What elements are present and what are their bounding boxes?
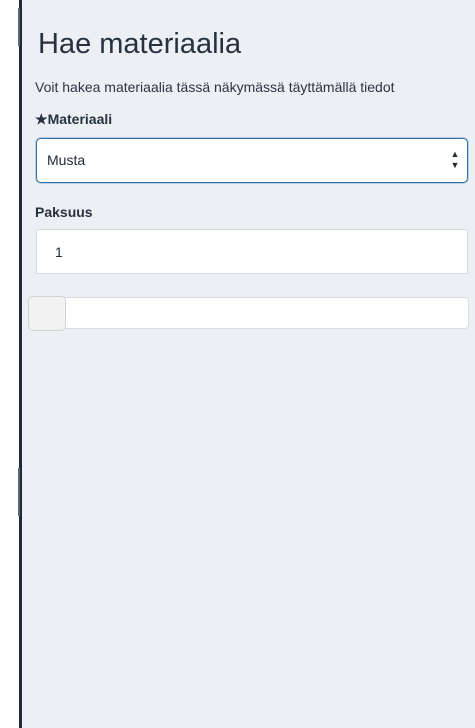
border-marker bbox=[18, 8, 20, 46]
material-label: ★Materiaali bbox=[35, 111, 112, 128]
page-title: Hae materiaalia bbox=[38, 28, 242, 60]
material-label-text: Materiaali bbox=[47, 111, 113, 127]
app-window: Hae materiaalia Voit hakea materiaalia t… bbox=[0, 0, 475, 728]
left-margin bbox=[0, 0, 19, 728]
select-arrows-icon: ▲ ▼ bbox=[450, 149, 460, 171]
material-select-value: Musta bbox=[47, 152, 86, 168]
arrow-up-icon: ▲ bbox=[450, 149, 460, 159]
border-marker bbox=[18, 468, 20, 516]
thickness-label: Paksuus bbox=[35, 204, 93, 220]
search-material-panel: Hae materiaalia Voit hakea materiaalia t… bbox=[22, 0, 475, 728]
thickness-input-value: 1 bbox=[55, 244, 63, 260]
thickness-input[interactable]: 1 bbox=[36, 229, 468, 274]
page-subtitle: Voit hakea materiaalia tässä näkymässä t… bbox=[35, 79, 395, 95]
material-select[interactable]: Musta ▲ ▼ bbox=[36, 138, 468, 183]
thickness-slider-track[interactable] bbox=[29, 297, 469, 329]
arrow-down-icon: ▼ bbox=[450, 160, 460, 170]
thickness-slider-handle[interactable] bbox=[28, 296, 66, 331]
required-star-icon: ★ bbox=[35, 111, 48, 127]
